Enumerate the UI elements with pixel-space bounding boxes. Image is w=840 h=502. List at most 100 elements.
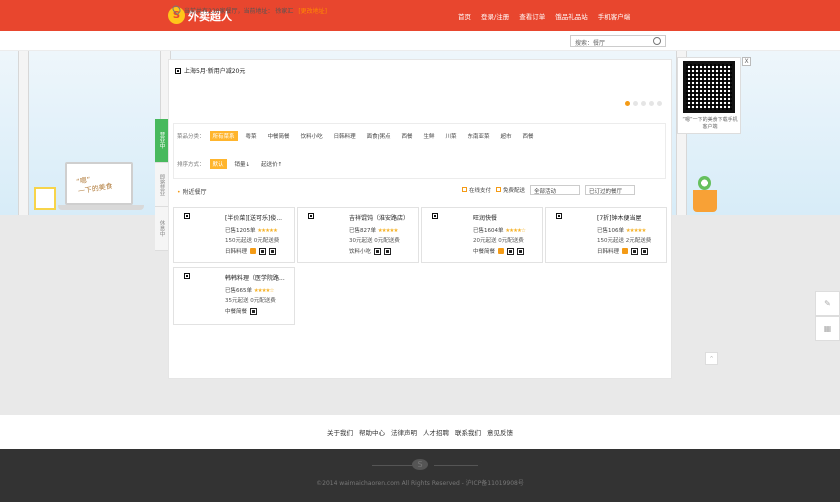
restaurant-list-tools: 在线支付 免费配送 全部活动 已订过的餐厅 bbox=[462, 185, 636, 195]
sort-default[interactable]: 默认 bbox=[209, 159, 227, 169]
service-icon bbox=[374, 247, 382, 255]
delivery-info: 150元起送 0元配送费 bbox=[225, 238, 280, 244]
restaurant-card[interactable]: 旺润快餐 已售1604单 ★★★★☆ 20元起送 0元配送费 中餐简餐 bbox=[421, 207, 543, 263]
tab-opening-soon[interactable]: 即将营业 bbox=[155, 163, 168, 207]
restaurant-category-row: 日韩料理 bbox=[597, 247, 649, 255]
category-cantonese[interactable]: 粤菜 bbox=[243, 131, 260, 141]
copyright-text: ©2014 waimaichaoren.com All Rights Reser… bbox=[316, 480, 524, 487]
footer-links: 关于我们 帮助中心 法律声明 人才招聘 联系我们 意见反馈 bbox=[0, 415, 840, 449]
restaurant-sales: 已售106单 ★★★★★ bbox=[597, 226, 646, 234]
qr-code-icon[interactable]: ▦ bbox=[815, 316, 840, 341]
category-fresh[interactable]: 生鲜 bbox=[420, 131, 437, 141]
category-noodles[interactable]: 面食|粥点 bbox=[364, 131, 394, 141]
decorative-flower bbox=[698, 176, 711, 190]
top-header: S 外卖超人 首页 登录/注册 查看订单 饿品礼品站 手机客户端 bbox=[0, 0, 840, 31]
nav-orders[interactable]: 查看订单 bbox=[519, 11, 545, 21]
restaurant-name: 韩韩料理（医学院路... bbox=[225, 275, 285, 282]
back-to-top-icon[interactable]: ⌃ bbox=[705, 352, 718, 365]
service-icon bbox=[507, 247, 515, 255]
footer-jobs[interactable]: 人才招聘 bbox=[423, 427, 449, 437]
restaurant-name: [7折]钟木便当屋 bbox=[597, 215, 642, 222]
category-western[interactable]: 西餐 bbox=[398, 131, 415, 141]
restaurant-card[interactable]: 韩韩料理（医学院路... 已售665单 ★★★★☆ 35元起送 0元配送费 中餐… bbox=[173, 267, 295, 325]
category-filter-row: 菜品分类： 所有菜系 粤菜 中餐简餐 饮料小吃 日韩料理 面食|粥点 西餐 生鲜… bbox=[177, 131, 537, 141]
service-icon bbox=[250, 307, 258, 315]
nav-gifts[interactable]: 饿品礼品站 bbox=[555, 11, 588, 21]
nav-login[interactable]: 登录/注册 bbox=[481, 11, 509, 21]
app-download-text: “嗯”一下的美食下载手机客户端 bbox=[682, 117, 738, 130]
sales-count: 已售1604单 bbox=[473, 228, 504, 234]
restaurant-count-text: 当前共有238家餐厅，当前地址： bbox=[184, 8, 274, 15]
restaurant-card[interactable]: 吉祥馄饨（淮安路店） 已售827单 ★★★★★ 30元起送 0元配送费 饮料小吃 bbox=[297, 207, 419, 263]
restaurant-status-tabs: 营业中 即将营业 休息中 bbox=[155, 119, 168, 251]
footer-help[interactable]: 帮助中心 bbox=[359, 427, 385, 437]
category-western-2[interactable]: 西餐 bbox=[520, 131, 537, 141]
sales-count: 已售827单 bbox=[349, 228, 376, 234]
restaurant-image bbox=[184, 213, 190, 219]
activity-select[interactable]: 全部活动 bbox=[530, 185, 581, 195]
location-bar bbox=[0, 31, 840, 51]
qr-code bbox=[683, 61, 735, 113]
restaurant-image bbox=[556, 213, 562, 219]
free-delivery-filter[interactable]: 免费配送 bbox=[496, 186, 525, 194]
tab-open[interactable]: 营业中 bbox=[155, 119, 168, 163]
service-icon bbox=[517, 247, 525, 255]
nav-home[interactable]: 首页 bbox=[458, 11, 471, 21]
delivery-info: 35元起送 0元配送费 bbox=[225, 298, 276, 304]
decorative-pot bbox=[693, 190, 717, 212]
sales-count: 已售106单 bbox=[597, 228, 624, 234]
feedback-icon[interactable]: ✎ bbox=[815, 291, 840, 316]
online-pay-filter[interactable]: 在线支付 bbox=[462, 186, 491, 194]
category-chinese-fast[interactable]: 中餐简餐 bbox=[265, 131, 293, 141]
promotion-text: 上海5月·新用户减20元 bbox=[184, 68, 246, 75]
tab-closed[interactable]: 休息中 bbox=[155, 207, 168, 251]
nearby-restaurants-title: 附近餐厅 bbox=[177, 187, 207, 196]
discount-icon bbox=[622, 248, 629, 254]
laptop-scribble: “嗯” 一下的美食 bbox=[75, 175, 114, 196]
restaurant-category-row: 中餐简餐 bbox=[473, 247, 525, 255]
restaurant-sales: 已售665单 ★★★★☆ bbox=[225, 286, 275, 294]
online-pay-label: 在线支付 bbox=[469, 188, 492, 194]
category-sichuan[interactable]: 川菜 bbox=[442, 131, 459, 141]
service-icon bbox=[384, 247, 392, 255]
promotion-notice[interactable]: 上海5月·新用户减20元 bbox=[175, 66, 245, 75]
restaurant-search-input[interactable]: 搜索：餐厅 bbox=[570, 35, 666, 47]
carousel-dot[interactable] bbox=[641, 101, 646, 106]
sort-sales[interactable]: 销量↓ bbox=[232, 159, 254, 169]
close-icon[interactable]: X bbox=[742, 57, 751, 66]
footer-about[interactable]: 关于我们 bbox=[327, 427, 353, 437]
service-icon bbox=[641, 247, 649, 255]
carousel-dot[interactable] bbox=[657, 101, 662, 106]
restaurant-card[interactable]: [7折]钟木便当屋 已售106单 ★★★★★ 150元起送 2元配送费 日韩料理 bbox=[545, 207, 667, 263]
ordered-restaurants-select[interactable]: 已订过的餐厅 bbox=[585, 185, 636, 195]
discount-icon bbox=[498, 248, 505, 254]
sort-min-price[interactable]: 起送价↑ bbox=[258, 159, 285, 169]
restaurant-category: 饮料小吃 bbox=[349, 249, 372, 255]
category-southeast-asian[interactable]: 东南亚菜 bbox=[465, 131, 493, 141]
restaurant-name: [半价菜][送可乐]俊... bbox=[225, 215, 283, 222]
rating-stars: ★★★★☆ bbox=[505, 228, 526, 234]
restaurant-sales: 已售827单 ★★★★★ bbox=[349, 226, 398, 234]
carousel-dots bbox=[625, 101, 662, 106]
restaurant-image bbox=[308, 213, 314, 219]
delivery-info: 20元起送 0元配送费 bbox=[473, 238, 524, 244]
footer-legal[interactable]: 法律声明 bbox=[391, 427, 417, 437]
category-all[interactable]: 所有菜系 bbox=[209, 131, 238, 141]
carousel-dot[interactable] bbox=[649, 101, 654, 106]
restaurant-card[interactable]: [半价菜][送可乐]俊... 已售1205单 ★★★★★ 150元起送 0元配送… bbox=[173, 207, 295, 263]
carousel-dot[interactable] bbox=[633, 101, 638, 106]
search-icon[interactable] bbox=[653, 37, 661, 45]
discount-icon bbox=[250, 248, 257, 254]
category-japanese-korean[interactable]: 日韩料理 bbox=[331, 131, 359, 141]
delivery-info: 150元起送 2元配送费 bbox=[597, 238, 652, 244]
carousel-dot-active[interactable] bbox=[625, 101, 630, 106]
category-drinks-snacks[interactable]: 饮料小吃 bbox=[298, 131, 326, 141]
category-supermarket[interactable]: 超市 bbox=[498, 131, 515, 141]
rating-stars: ★★★★☆ bbox=[253, 288, 275, 294]
decorative-laptop: “嗯” 一下的美食 bbox=[65, 162, 133, 205]
change-address-link[interactable]: [更改地址] bbox=[298, 8, 327, 15]
footer-contact[interactable]: 联系我们 bbox=[455, 427, 481, 437]
footer-feedback[interactable]: 意见反馈 bbox=[487, 427, 513, 437]
restaurant-image bbox=[184, 273, 190, 279]
nav-mobile-app[interactable]: 手机客户端 bbox=[598, 11, 631, 21]
